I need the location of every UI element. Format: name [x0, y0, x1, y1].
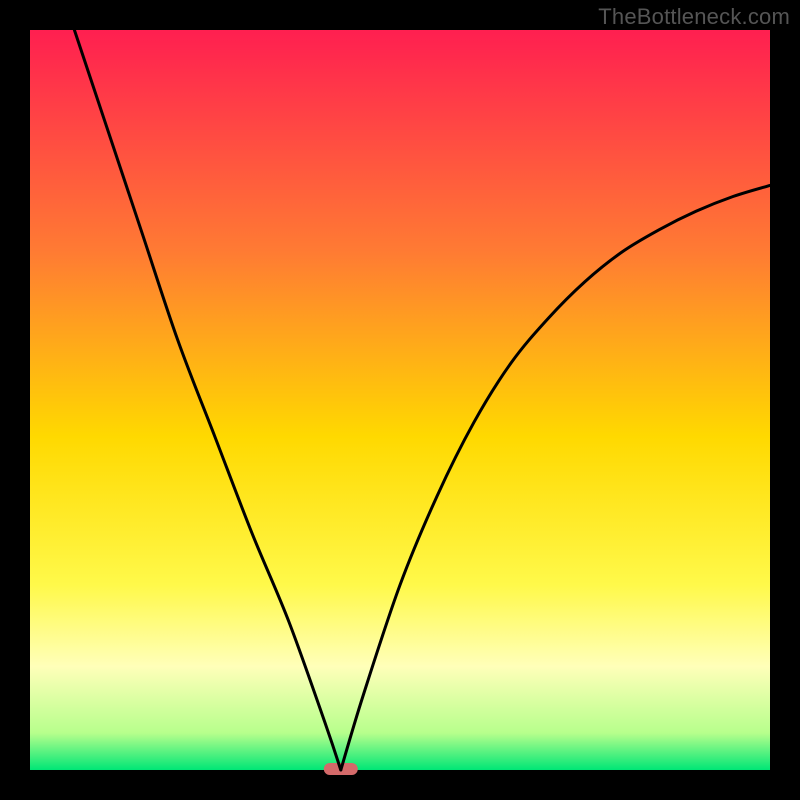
chart-frame: TheBottleneck.com: [0, 0, 800, 800]
plot-area: [30, 30, 770, 770]
bottleneck-chart: [0, 0, 800, 800]
watermark-label: TheBottleneck.com: [598, 4, 790, 30]
